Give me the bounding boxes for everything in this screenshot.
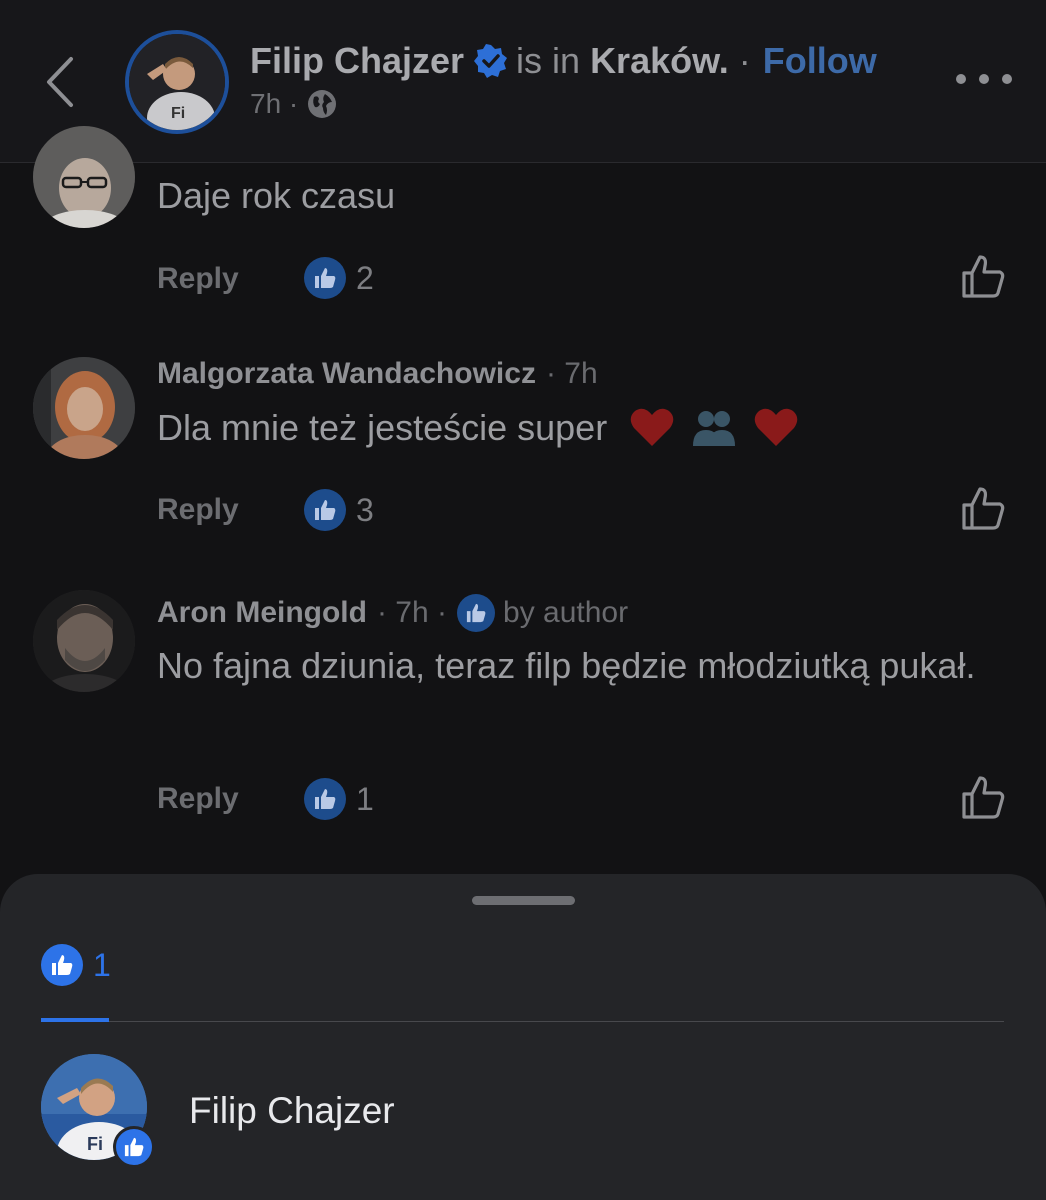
more-dot (956, 74, 966, 84)
more-dot (979, 74, 989, 84)
heart-emoji-icon (630, 408, 674, 446)
comment-header: Aron Meingold · 7h · by author (157, 594, 628, 632)
globe-icon (308, 90, 337, 118)
tab-divider (109, 1021, 1004, 1022)
liked-by-author-badge: by author (457, 594, 628, 632)
author-photo: Fi (129, 34, 225, 130)
reactions-sheet: 1 Fi Filip Chajzer (0, 874, 1046, 1200)
like-reaction-badge (113, 1126, 155, 1168)
like-button-icon[interactable] (960, 486, 1006, 532)
author-name[interactable]: Filip Chajzer (250, 40, 464, 82)
like-reaction-icon (457, 594, 496, 632)
comment-like-count[interactable]: 3 (304, 489, 374, 531)
reply-button[interactable]: Reply (157, 493, 239, 527)
reply-button[interactable]: Reply (157, 782, 239, 816)
sheet-drag-handle[interactable] (472, 896, 575, 905)
comment-text: Dla mnie też jesteście super (157, 407, 608, 448)
comment-body: Dla mnie też jesteście super (157, 402, 977, 454)
post-meta: 7h · (250, 88, 338, 120)
reactor-name[interactable]: Filip Chajzer (189, 1090, 395, 1132)
like-count-value: 2 (356, 259, 374, 296)
commenter-name[interactable]: Aron Meingold (157, 596, 367, 630)
svg-text:Fi: Fi (87, 1134, 103, 1154)
is-in-text: is in (516, 40, 581, 81)
comment-text: Daje rok czasu (157, 175, 396, 216)
by-author-label: by author (503, 596, 629, 629)
follow-button[interactable]: Follow (763, 40, 877, 82)
svg-text:Fi: Fi (171, 105, 185, 122)
people-emoji-icon (693, 411, 736, 446)
more-dot (1002, 74, 1012, 84)
more-options-button[interactable] (956, 64, 1012, 94)
reply-button[interactable]: Reply (157, 262, 239, 296)
commenter-avatar[interactable] (33, 357, 135, 459)
author-avatar[interactable]: Fi (125, 30, 229, 134)
comment-like-count[interactable]: 2 (304, 257, 374, 299)
commenter-avatar[interactable] (33, 126, 135, 228)
commenter-avatar[interactable] (33, 590, 135, 692)
like-button-icon[interactable] (960, 775, 1006, 821)
tab-count: 1 (93, 946, 111, 983)
commenter-name[interactable]: Malgorzata Wandachowicz (157, 357, 536, 391)
post-time: 7h · (250, 88, 299, 119)
comment-time: · 7h (545, 357, 598, 390)
like-count-value: 3 (356, 491, 374, 528)
verified-badge-icon (474, 44, 508, 78)
reactor-avatar[interactable]: Fi (41, 1054, 155, 1168)
like-button-icon[interactable] (960, 254, 1006, 300)
tab-likes[interactable]: 1 (41, 944, 111, 986)
comment-header: Malgorzata Wandachowicz · 7h (157, 357, 598, 391)
heart-emoji-icon (754, 408, 798, 446)
like-reaction-icon (304, 778, 346, 820)
comment-like-count[interactable]: 1 (304, 778, 374, 820)
chevron-left-icon (47, 57, 73, 107)
comment-time: · 7h · (376, 596, 448, 629)
commenter-photo (33, 126, 135, 228)
header-title: Filip Chajzer is in Kraków. · Follow (250, 40, 877, 82)
location-link[interactable]: Kraków. (590, 40, 729, 82)
like-reaction-icon (41, 944, 83, 986)
comment-text: No fajna dziunia, teraz filp będzie młod… (157, 645, 976, 686)
separator-dot: · (738, 40, 751, 81)
post-header: Fi Filip Chajzer is in Kraków. · Follow … (0, 0, 1046, 163)
commenter-photo (33, 590, 135, 692)
active-tab-indicator (41, 1018, 109, 1022)
like-reaction-icon (304, 489, 346, 531)
commenter-photo (33, 357, 135, 459)
like-reaction-icon (304, 257, 346, 299)
like-count-value: 1 (356, 780, 374, 817)
back-button[interactable] (38, 52, 82, 112)
